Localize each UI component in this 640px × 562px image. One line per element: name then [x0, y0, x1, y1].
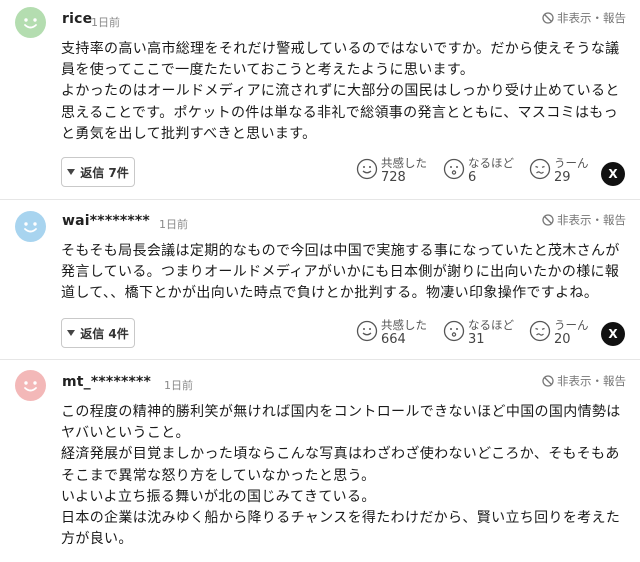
thinking-face-icon [443, 320, 465, 342]
report-label: 非表示・報告 [557, 11, 626, 25]
comment-line: 発言している。つまりオールドメディアがいかにも日本側が謝りに出向いたかの様に報 [61, 264, 620, 281]
reaction-understand[interactable]: なるほど 31 [443, 318, 514, 348]
comment-line: 支持率の高い高市総理をそれだけ警戒しているのではないですか。だから使えそうな議 [61, 41, 620, 57]
comment-body: そもそも局長会議は定期的なもので今回は中国で実施する事になっていたと茂木さんが … [61, 241, 633, 305]
comment-item: rice 1日前 非表示・報告 支持率の高い高市総理をそれだけ警戒しているのでは… [0, 0, 640, 199]
comment-line: 思えることです。ポケットの件は単なる非礼で総領事の発言とともに、マスコミはもっ [61, 104, 618, 121]
reply-toggle-button[interactable]: 返信 7件 [61, 157, 135, 187]
confused-face-icon [529, 320, 551, 342]
reaction-agree[interactable]: 共感した 664 [356, 318, 427, 348]
reply-count: 返信 7件 [80, 165, 129, 180]
comment-line: よかったのはオールドメディアに流されずに大部分の国民はしっかり受け止めていると [61, 83, 620, 100]
comment-line: そこまで異常な怒り方をしていなかったと思う。 [61, 467, 376, 484]
x-logo-icon: X [608, 327, 618, 341]
report-label: 非表示・報告 [557, 213, 626, 227]
reaction-agree[interactable]: 共感した 728 [356, 156, 427, 186]
smile-face-icon [356, 158, 378, 180]
reaction-count: 20 [554, 332, 571, 347]
hide-report-button[interactable]: 非表示・報告 [542, 10, 626, 26]
comment-line: ヤバいということ。 [61, 425, 190, 442]
report-label: 非表示・報告 [557, 374, 626, 388]
block-icon [542, 214, 554, 226]
caret-down-icon [67, 330, 76, 336]
reaction-understand[interactable]: なるほど 6 [443, 156, 514, 186]
comment-line: 員を使ってここで一度たたいておこうと考えたように思います。 [61, 62, 475, 79]
comment-body: この程度の精神的勝利笑が無ければ国内をコントロールできないほど中国の国内情勢は … [61, 402, 633, 550]
share-x-button[interactable]: X [601, 162, 625, 186]
comment-line: いよいよ立ち振る舞いが北の国じみてきている。 [61, 488, 376, 505]
comment-line: そもそも局長会議は定期的なもので今回は中国で実施する事になっていたと茂木さんが [61, 243, 620, 259]
username[interactable]: mt_******** [62, 374, 151, 390]
reaction-hmm[interactable]: うーん 20 [529, 318, 589, 348]
block-icon [542, 12, 554, 24]
share-x-button[interactable]: X [601, 322, 625, 346]
reaction-count: 29 [554, 170, 571, 185]
comment-line: 方が良い。 [61, 531, 133, 548]
hide-report-button[interactable]: 非表示・報告 [542, 373, 626, 389]
reply-toggle-button[interactable]: 返信 4件 [61, 318, 135, 348]
comment-line: と勇気を出して批判すべきと思います。 [61, 125, 317, 142]
avatar[interactable] [15, 370, 46, 401]
avatar[interactable] [15, 7, 46, 38]
reaction-label: なるほど [468, 318, 514, 332]
avatar[interactable] [15, 211, 46, 242]
thinking-face-icon [443, 158, 465, 180]
comment-item: mt_******** 1日前 非表示・報告 この程度の精神的勝利笑が無ければ国… [0, 359, 640, 562]
reaction-count: 6 [468, 170, 477, 185]
reaction-count: 664 [381, 332, 406, 347]
reaction-label: 共感した [381, 318, 427, 332]
reaction-count: 31 [468, 332, 485, 347]
reaction-label: うーん [554, 318, 589, 332]
post-time: 1日前 [91, 16, 120, 29]
post-time: 1日前 [164, 379, 193, 392]
username[interactable]: rice [62, 11, 92, 27]
comment-line: 日本の企業は沈みゆく船から降りるチャンスを得たわけだから、賢い立ち回りを考えた [61, 510, 621, 527]
reaction-label: なるほど [468, 156, 514, 170]
comment-line: 経済発展が目覚ましかった頃ならこんな写真はわざわざ使わないどころか、そもそもあ [61, 446, 620, 463]
username[interactable]: wai******** [62, 213, 150, 229]
comment-line: 道して、、橋下とかが出向いた時点で負けとか批判する。物凄い印象操作ですよね。 [61, 285, 599, 302]
reaction-label: 共感した [381, 156, 427, 170]
confused-face-icon [529, 158, 551, 180]
hide-report-button[interactable]: 非表示・報告 [542, 212, 626, 228]
reaction-hmm[interactable]: うーん 29 [529, 156, 589, 186]
x-logo-icon: X [608, 167, 618, 181]
comment-body: 支持率の高い高市総理をそれだけ警戒しているのではないですか。だから使えそうな議 … [61, 39, 633, 145]
smile-face-icon [356, 320, 378, 342]
reaction-count: 728 [381, 170, 406, 185]
reply-count: 返信 4件 [80, 326, 129, 341]
post-time: 1日前 [159, 218, 188, 231]
reaction-label: うーん [554, 156, 589, 170]
caret-down-icon [67, 169, 76, 175]
comment-line: この程度の精神的勝利笑が無ければ国内をコントロールできないほど中国の国内情勢は [61, 404, 621, 420]
block-icon [542, 375, 554, 387]
comment-item: wai******** 1日前 非表示・報告 そもそも局長会議は定期的なもので今… [0, 199, 640, 359]
